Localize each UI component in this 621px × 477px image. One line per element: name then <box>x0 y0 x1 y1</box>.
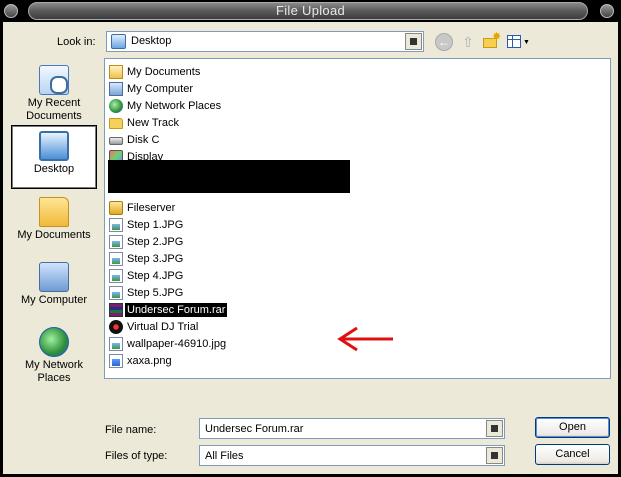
place-my-documents[interactable]: My Documents <box>11 192 97 256</box>
files-of-type-dropdown[interactable]: All Files <box>199 445 505 466</box>
window-title: File Upload <box>275 3 346 18</box>
look-in-value: Desktop <box>131 35 172 47</box>
file-list[interactable]: My Documents My Computer My Network Plac… <box>104 58 611 379</box>
redacted-region <box>108 160 350 193</box>
views-menu-icon[interactable]: ▼ <box>506 33 530 51</box>
file-name: Virtual DJ Trial <box>127 321 199 333</box>
file-name: wallpaper-46910.jpg <box>127 338 227 350</box>
files-of-type-label: Files of type: <box>105 450 168 462</box>
file-name: Fileserver <box>127 202 176 214</box>
places-bar: My Recent Documents Desktop My Documents… <box>7 58 101 384</box>
place-my-computer[interactable]: My Computer <box>11 257 97 321</box>
file-name: Step 3.JPG <box>127 253 184 265</box>
place-label: My Computer <box>20 294 88 306</box>
network-places-icon <box>109 99 123 113</box>
my-network-places-icon <box>39 327 69 357</box>
dialog-client-area: Look in: Desktop ← ⇧ ✸ ▼ My Recent Docum… <box>3 22 618 474</box>
file-name: My Network Places <box>127 100 222 112</box>
virtual-dj-icon <box>109 320 123 334</box>
my-computer-icon <box>109 82 123 96</box>
file-name: Step 4.JPG <box>127 270 184 282</box>
my-computer-icon <box>39 262 69 292</box>
back-icon[interactable]: ← <box>435 33 453 51</box>
my-documents-icon <box>109 65 123 79</box>
jpg-file-icon <box>109 269 123 283</box>
place-label: Desktop <box>33 163 75 175</box>
place-label: My Documents <box>17 229 91 241</box>
new-folder-icon[interactable]: ✸ <box>482 31 501 51</box>
dropdown-arrow-icon[interactable] <box>486 420 503 437</box>
jpg-file-icon <box>109 252 123 266</box>
file-upload-window: File Upload Look in: Desktop ← ⇧ ✸ ▼ My … <box>0 0 621 477</box>
files-of-type-value: All Files <box>205 450 244 462</box>
png-file-icon <box>109 354 123 368</box>
look-in-dropdown[interactable]: Desktop <box>106 31 424 52</box>
jpg-file-icon <box>109 218 123 232</box>
folder-icon <box>109 118 123 129</box>
file-name: Step 5.JPG <box>127 287 184 299</box>
file-name-field[interactable]: Undersec Forum.rar <box>199 418 505 439</box>
file-name: Undersec Forum.rar <box>125 303 228 317</box>
file-name-label: File name: <box>105 424 157 436</box>
place-label: Documents <box>26 110 82 122</box>
file-name: Step 2.JPG <box>127 236 184 248</box>
file-name: My Documents <box>127 66 201 78</box>
place-label: Places <box>37 372 71 384</box>
rar-archive-icon <box>109 303 123 317</box>
drive-icon <box>109 137 123 145</box>
cancel-button[interactable]: Cancel <box>535 444 610 465</box>
jpg-file-icon <box>109 235 123 249</box>
dropdown-arrow-icon[interactable] <box>486 447 503 464</box>
file-name: Step 1.JPG <box>127 219 184 231</box>
up-folder-icon[interactable]: ⇧ <box>459 33 477 51</box>
recent-documents-icon <box>39 65 69 95</box>
my-documents-icon <box>39 197 69 227</box>
place-my-network-places[interactable]: My Network Places <box>11 322 97 386</box>
jpg-file-icon <box>109 337 123 351</box>
jpg-file-icon <box>109 286 123 300</box>
look-in-label: Look in: <box>57 36 96 48</box>
place-desktop[interactable]: Desktop <box>11 125 97 189</box>
desktop-icon <box>111 34 126 49</box>
dropdown-arrow-icon[interactable] <box>405 33 422 50</box>
place-label: My Recent <box>27 97 81 109</box>
title-bar[interactable]: File Upload <box>0 0 621 22</box>
place-my-recent-documents[interactable]: My Recent Documents <box>11 60 97 124</box>
annotation-arrow <box>337 326 393 352</box>
file-name-value: Undersec Forum.rar <box>205 423 304 435</box>
file-name: New Track <box>127 117 179 129</box>
file-name: My Computer <box>127 83 194 95</box>
fileserver-icon <box>109 201 123 215</box>
open-button[interactable]: Open <box>535 417 610 438</box>
place-label: My Network <box>24 359 84 371</box>
desktop-icon <box>39 131 69 161</box>
file-name: Disk C <box>127 134 160 146</box>
file-name: xaxa.png <box>127 355 172 367</box>
